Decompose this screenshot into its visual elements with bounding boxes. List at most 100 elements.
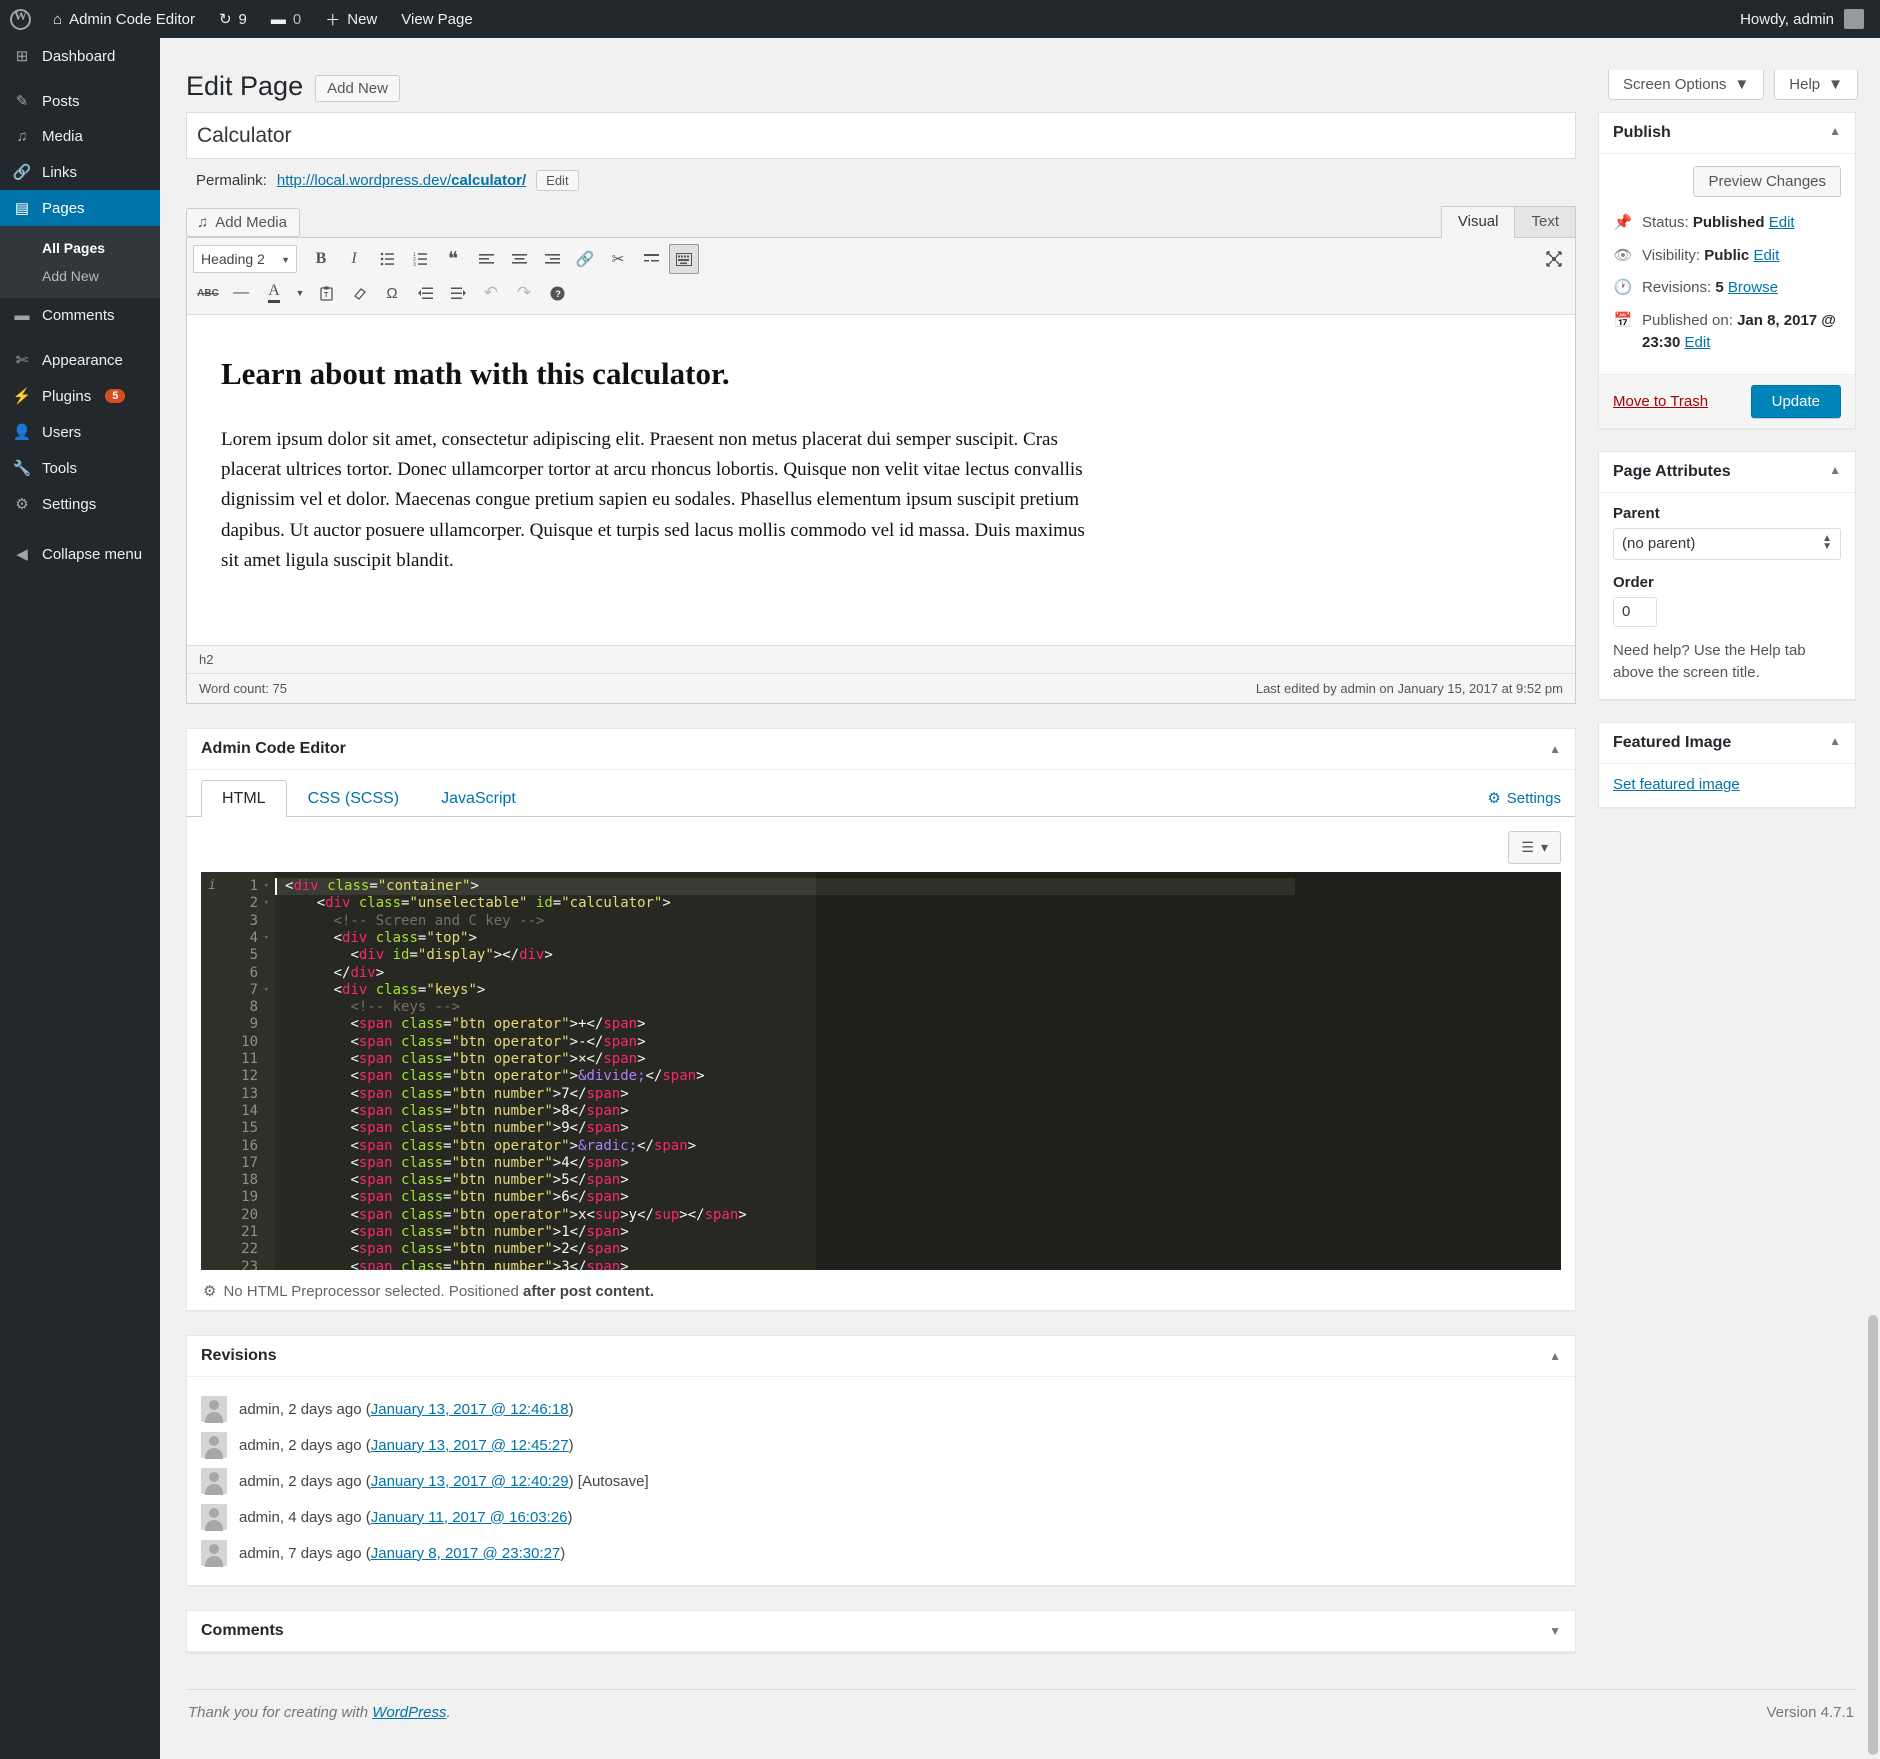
revision-date-link[interactable]: January 13, 2017 @ 12:46:18 [371, 1401, 569, 1418]
indent-icon[interactable] [443, 278, 473, 308]
sidebar-item-media[interactable]: ♫ Media [0, 119, 160, 154]
order-input[interactable] [1613, 597, 1657, 627]
status-edit-link[interactable]: Edit [1769, 214, 1795, 231]
special-character-icon[interactable]: Ω [377, 278, 407, 308]
tab-html[interactable]: HTML [201, 780, 287, 817]
align-right-icon[interactable] [537, 244, 567, 274]
code-text-area[interactable]: <div class="container"> <div class="unse… [275, 872, 1561, 1270]
code-editor-surface[interactable]: i 1▾2▾34▾567▾891011121314151617181920212… [201, 872, 1561, 1270]
align-center-icon[interactable] [504, 244, 534, 274]
preview-changes-button[interactable]: Preview Changes [1693, 166, 1841, 197]
sidebar-item-users[interactable]: 👤 Users [0, 414, 160, 450]
revisions-header[interactable]: Revisions ▲ [187, 1336, 1575, 1377]
wp-version: Version 4.7.1 [1766, 1704, 1854, 1721]
publish-header[interactable]: Publish ▲ [1599, 113, 1855, 154]
sidebar-subitem-all-pages[interactable]: All Pages [0, 234, 160, 262]
howdy-label[interactable]: Howdy, admin [1740, 11, 1834, 28]
read-more-icon[interactable] [636, 244, 666, 274]
horizontal-rule-icon[interactable]: — [226, 278, 256, 308]
featured-image-header[interactable]: Featured Image ▲ [1599, 723, 1855, 764]
paste-as-text-icon[interactable]: T [311, 278, 341, 308]
sidebar-subitem-add-new[interactable]: Add New [0, 262, 160, 290]
align-left-icon[interactable] [471, 244, 501, 274]
sidebar-item-appearance[interactable]: ✄ Appearance [0, 342, 160, 378]
redo-icon[interactable]: ↷ [509, 278, 539, 308]
clear-formatting-icon[interactable] [344, 278, 374, 308]
edit-slug-button[interactable]: Edit [536, 170, 578, 191]
wordpress-logo-button[interactable] [0, 0, 41, 38]
tab-visual[interactable]: Visual [1441, 206, 1516, 238]
collapse-caret-icon[interactable]: ▲ [1549, 742, 1561, 756]
published-edit-link[interactable]: Edit [1685, 334, 1711, 351]
distraction-free-icon[interactable] [1539, 244, 1569, 274]
revision-date-link[interactable]: January 13, 2017 @ 12:40:29 [371, 1473, 569, 1490]
sidebar-item-comments[interactable]: ▬ Comments [0, 298, 160, 333]
publish-actions: Move to Trash Update [1599, 374, 1855, 428]
editor-content-area[interactable]: Learn about math with this calculator. L… [187, 315, 1575, 645]
collapse-caret-icon[interactable]: ▲ [1549, 1349, 1561, 1363]
new-content-button[interactable]: ＋ New [313, 0, 389, 38]
avatar[interactable] [1844, 9, 1864, 29]
parent-select[interactable]: (no parent) [1613, 528, 1841, 560]
revision-date-link[interactable]: January 11, 2017 @ 16:03:26 [371, 1509, 568, 1526]
bold-icon[interactable]: B [306, 244, 336, 274]
code-editor-menu-button[interactable]: ☰ ▾ [1508, 831, 1561, 864]
code-line: <span class="btn operator">×</span> [283, 1051, 1561, 1068]
code-line-number: 14 [227, 1103, 269, 1120]
chevron-down-icon[interactable]: ▼ [292, 278, 308, 308]
site-name-button[interactable]: ⌂ Admin Code Editor [41, 0, 207, 38]
keyboard-shortcuts-icon[interactable]: ? [542, 278, 572, 308]
unlink-icon[interactable]: ✂ [603, 244, 633, 274]
expand-caret-icon[interactable]: ▼ [1549, 1624, 1561, 1638]
wordpress-link[interactable]: WordPress [372, 1704, 446, 1721]
updates-button[interactable]: ↻ 9 [207, 0, 259, 38]
page-attributes-header[interactable]: Page Attributes ▲ [1599, 452, 1855, 493]
paragraph-format-select[interactable]: Heading 2 [193, 245, 297, 273]
toolbar-toggle-icon[interactable] [669, 244, 699, 274]
sidebar-item-pages[interactable]: ▤ Pages [0, 190, 160, 226]
tab-text[interactable]: Text [1514, 206, 1576, 237]
page-scrollbar[interactable] [1866, 1315, 1880, 1759]
undo-icon[interactable]: ↶ [476, 278, 506, 308]
gear-icon: ⚙ [1487, 789, 1500, 807]
code-editor-settings-button[interactable]: ⚙ Settings [1487, 789, 1561, 816]
add-new-button[interactable]: Add New [315, 75, 400, 102]
post-title-input[interactable] [186, 112, 1576, 159]
permalink-link[interactable]: http://local.wordpress.dev/calculator/ [277, 172, 526, 189]
comments-button[interactable]: ▬ 0 [259, 0, 313, 38]
revisions-browse-link[interactable]: Browse [1728, 279, 1778, 296]
sidebar-item-tools[interactable]: 🔧 Tools [0, 450, 160, 486]
sidebar-item-settings[interactable]: ⚙ Settings [0, 486, 160, 522]
blockquote-icon[interactable]: ❝ [438, 244, 468, 274]
view-page-button[interactable]: View Page [389, 0, 484, 38]
comments-header[interactable]: Comments ▼ [187, 1611, 1575, 1652]
insert-link-icon[interactable]: 🔗 [570, 244, 600, 274]
help-button[interactable]: Help ▼ [1774, 70, 1858, 100]
revision-date-link[interactable]: January 13, 2017 @ 12:45:27 [371, 1437, 569, 1454]
collapse-menu-button[interactable]: ◀ Collapse menu [0, 536, 160, 572]
bullet-list-icon[interactable] [372, 244, 402, 274]
collapse-caret-icon[interactable]: ▲ [1829, 463, 1841, 481]
set-featured-image-link[interactable]: Set featured image [1613, 776, 1740, 793]
text-color-icon[interactable]: A [259, 278, 289, 308]
sidebar-item-posts[interactable]: ✎ Posts [0, 83, 160, 119]
sidebar-item-dashboard[interactable]: ⊞ Dashboard [0, 38, 160, 74]
collapse-caret-icon[interactable]: ▲ [1829, 734, 1841, 752]
visibility-edit-link[interactable]: Edit [1753, 247, 1779, 264]
move-to-trash-link[interactable]: Move to Trash [1613, 393, 1708, 410]
numbered-list-icon[interactable]: 123 [405, 244, 435, 274]
collapse-caret-icon[interactable]: ▲ [1829, 124, 1841, 142]
italic-icon[interactable]: I [339, 244, 369, 274]
update-button[interactable]: Update [1751, 385, 1841, 418]
sidebar-item-links[interactable]: 🔗 Links [0, 154, 160, 190]
outdent-icon[interactable] [410, 278, 440, 308]
add-media-button[interactable]: ♫ Add Media [186, 208, 300, 237]
revision-date-link[interactable]: January 8, 2017 @ 23:30:27 [371, 1545, 561, 1562]
screen-options-button[interactable]: Screen Options ▼ [1608, 70, 1764, 100]
sidebar-item-plugins[interactable]: ⚡ Plugins 5 [0, 378, 160, 414]
tab-javascript[interactable]: JavaScript [420, 780, 537, 817]
tab-css-scss[interactable]: CSS (SCSS) [287, 780, 421, 817]
strikethrough-icon[interactable]: ABC [193, 278, 223, 308]
scrollbar-thumb[interactable] [1868, 1315, 1878, 1755]
admin-code-editor-header[interactable]: Admin Code Editor ▲ [187, 729, 1575, 770]
